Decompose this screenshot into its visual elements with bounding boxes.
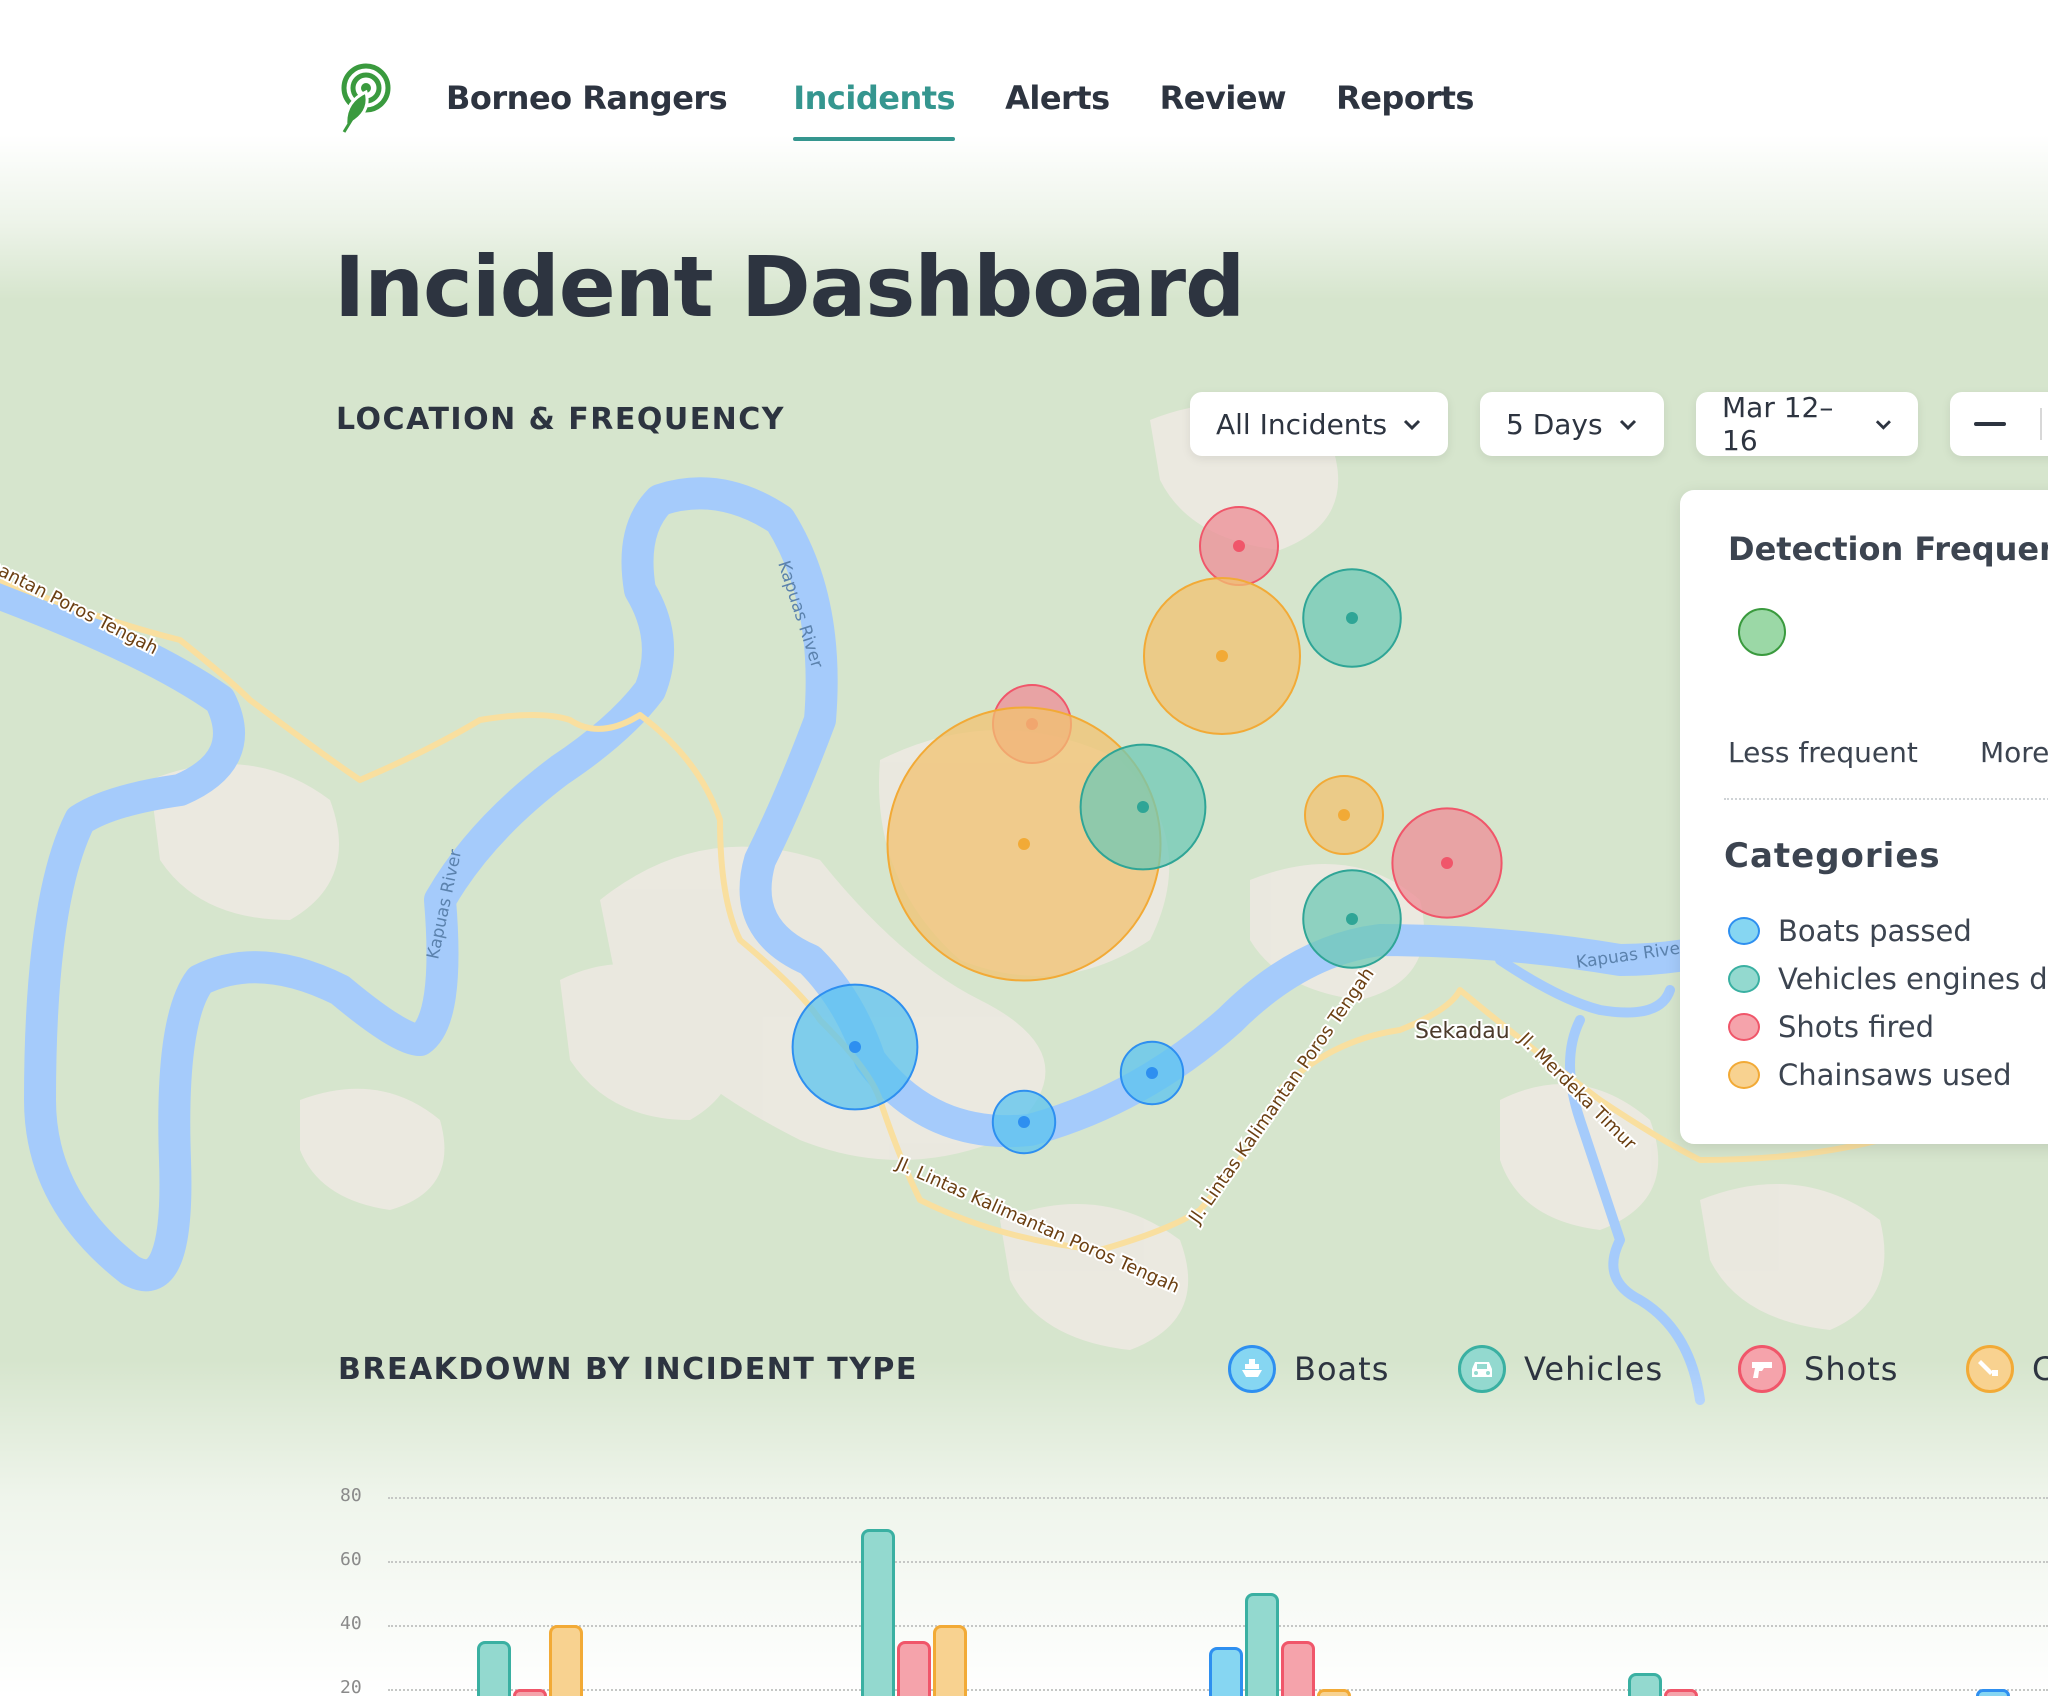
marker-center-dot (1018, 838, 1030, 850)
top-nav: Borneo Rangers Incidents Alerts Review R… (340, 58, 1524, 141)
bar-shots[interactable] (897, 1641, 931, 1696)
category-label: Chainsaws used (1778, 1058, 2012, 1092)
map-legend-panel: Detection Frequency Less frequent More f… (1680, 490, 2048, 1144)
brand-name: Borneo Rangers (446, 79, 728, 117)
shots-dot-icon (1728, 1013, 1760, 1041)
marker-center-dot (1146, 1067, 1158, 1079)
type-label: Chainsaws (2032, 1350, 2048, 1388)
boat-icon (1228, 1345, 1276, 1393)
gridline (388, 1625, 2048, 1627)
chainsaws-dot-icon (1728, 1061, 1760, 1089)
town-label: Sekadau (1415, 1019, 1510, 1044)
chainsaw-icon (1966, 1345, 2014, 1393)
location-frequency-heading: LOCATION & FREQUENCY (336, 402, 786, 437)
chevron-down-icon (1876, 420, 1892, 430)
map-zoom-control (1950, 392, 2048, 456)
nav-review[interactable]: Review (1160, 79, 1287, 117)
gridline (388, 1561, 2048, 1563)
category-chainsaws[interactable]: Chainsaws used (1728, 1058, 2012, 1092)
categories-title: Categories (1724, 836, 1941, 876)
less-frequent-label: Less frequent (1728, 736, 1918, 769)
category-boats[interactable]: Boats passed (1728, 914, 1972, 948)
marker-center-dot (1346, 612, 1358, 624)
gun-icon (1738, 1345, 1786, 1393)
marker-center-dot (1346, 913, 1358, 925)
type-toggle-vehicles[interactable]: Vehicles (1458, 1345, 1663, 1393)
category-shots[interactable]: Shots fired (1728, 1010, 1934, 1044)
type-toggle-shots[interactable]: Shots (1738, 1345, 1898, 1393)
category-vehicles[interactable]: Vehicles engines detected (1728, 962, 2048, 996)
frequency-scale-dot (1738, 608, 1786, 656)
range-dropdown[interactable]: 5 Days (1480, 392, 1664, 456)
type-label: Boats (1294, 1350, 1390, 1388)
car-icon (1458, 1345, 1506, 1393)
gridline (388, 1497, 2048, 1499)
incident-type-dropdown[interactable]: All Incidents (1190, 392, 1448, 456)
bar-chainsaws[interactable] (933, 1625, 967, 1696)
bar-boats[interactable] (1209, 1647, 1243, 1696)
marker-center-dot (1137, 801, 1149, 813)
category-label: Shots fired (1778, 1010, 1935, 1044)
y-tick-label: 20 (340, 1677, 362, 1696)
y-tick-label: 80 (340, 1485, 362, 1506)
marker-center-dot (1216, 650, 1228, 662)
leaf-signal-logo-icon[interactable] (340, 62, 392, 134)
marker-center-dot (1338, 809, 1350, 821)
bar-shots[interactable] (1281, 1641, 1315, 1696)
boats-dot-icon (1728, 917, 1760, 945)
y-tick-label: 60 (340, 1549, 362, 1570)
type-toggle-chainsaws[interactable]: Chainsaws (1966, 1345, 2048, 1393)
chevron-down-icon (1404, 419, 1421, 431)
bar-chainsaws[interactable] (1317, 1689, 1351, 1696)
bar-vehicles[interactable] (477, 1641, 511, 1696)
range-value: 5 Days (1506, 407, 1603, 441)
nav-incidents[interactable]: Incidents (793, 79, 956, 141)
bar-boats[interactable] (1976, 1689, 2010, 1696)
type-label: Vehicles (1524, 1350, 1664, 1388)
incident-type-value: All Incidents (1216, 407, 1388, 441)
type-label: Shots (1804, 1350, 1899, 1388)
vehicles-dot-icon (1728, 965, 1760, 993)
nav-reports[interactable]: Reports (1336, 79, 1474, 117)
bar-shots[interactable] (513, 1689, 547, 1696)
chevron-down-icon (1619, 419, 1636, 431)
date-range-dropdown[interactable]: Mar 12–16 (1696, 391, 1918, 457)
nav-alerts[interactable]: Alerts (1005, 79, 1110, 117)
y-tick-label: 40 (340, 1613, 362, 1634)
bar-shots[interactable] (1664, 1689, 1698, 1696)
category-label: Boats passed (1778, 914, 1972, 948)
bar-vehicles[interactable] (861, 1529, 895, 1696)
detection-frequency-title: Detection Frequency (1728, 530, 2048, 568)
bar-vehicles[interactable] (1628, 1673, 1662, 1696)
marker-center-dot (849, 1041, 861, 1053)
marker-center-dot (1441, 857, 1453, 869)
bar-chainsaws[interactable] (549, 1625, 583, 1696)
zoom-divider (2040, 408, 2042, 440)
breakdown-heading: BREAKDOWN BY INCIDENT TYPE (338, 1352, 918, 1387)
page-title: Incident Dashboard (334, 238, 1245, 336)
type-toggle-boats[interactable]: Boats (1228, 1345, 1389, 1393)
marker-center-dot (1018, 1116, 1030, 1128)
category-label: Vehicles engines detected (1778, 962, 2048, 996)
date-range-value: Mar 12–16 (1722, 391, 1834, 457)
bar-vehicles[interactable] (1245, 1593, 1279, 1696)
more-frequent-label: More frequent (1980, 736, 2048, 769)
marker-center-dot (1233, 540, 1245, 552)
minus-icon[interactable] (1974, 422, 2006, 426)
legend-divider (1724, 798, 2048, 800)
